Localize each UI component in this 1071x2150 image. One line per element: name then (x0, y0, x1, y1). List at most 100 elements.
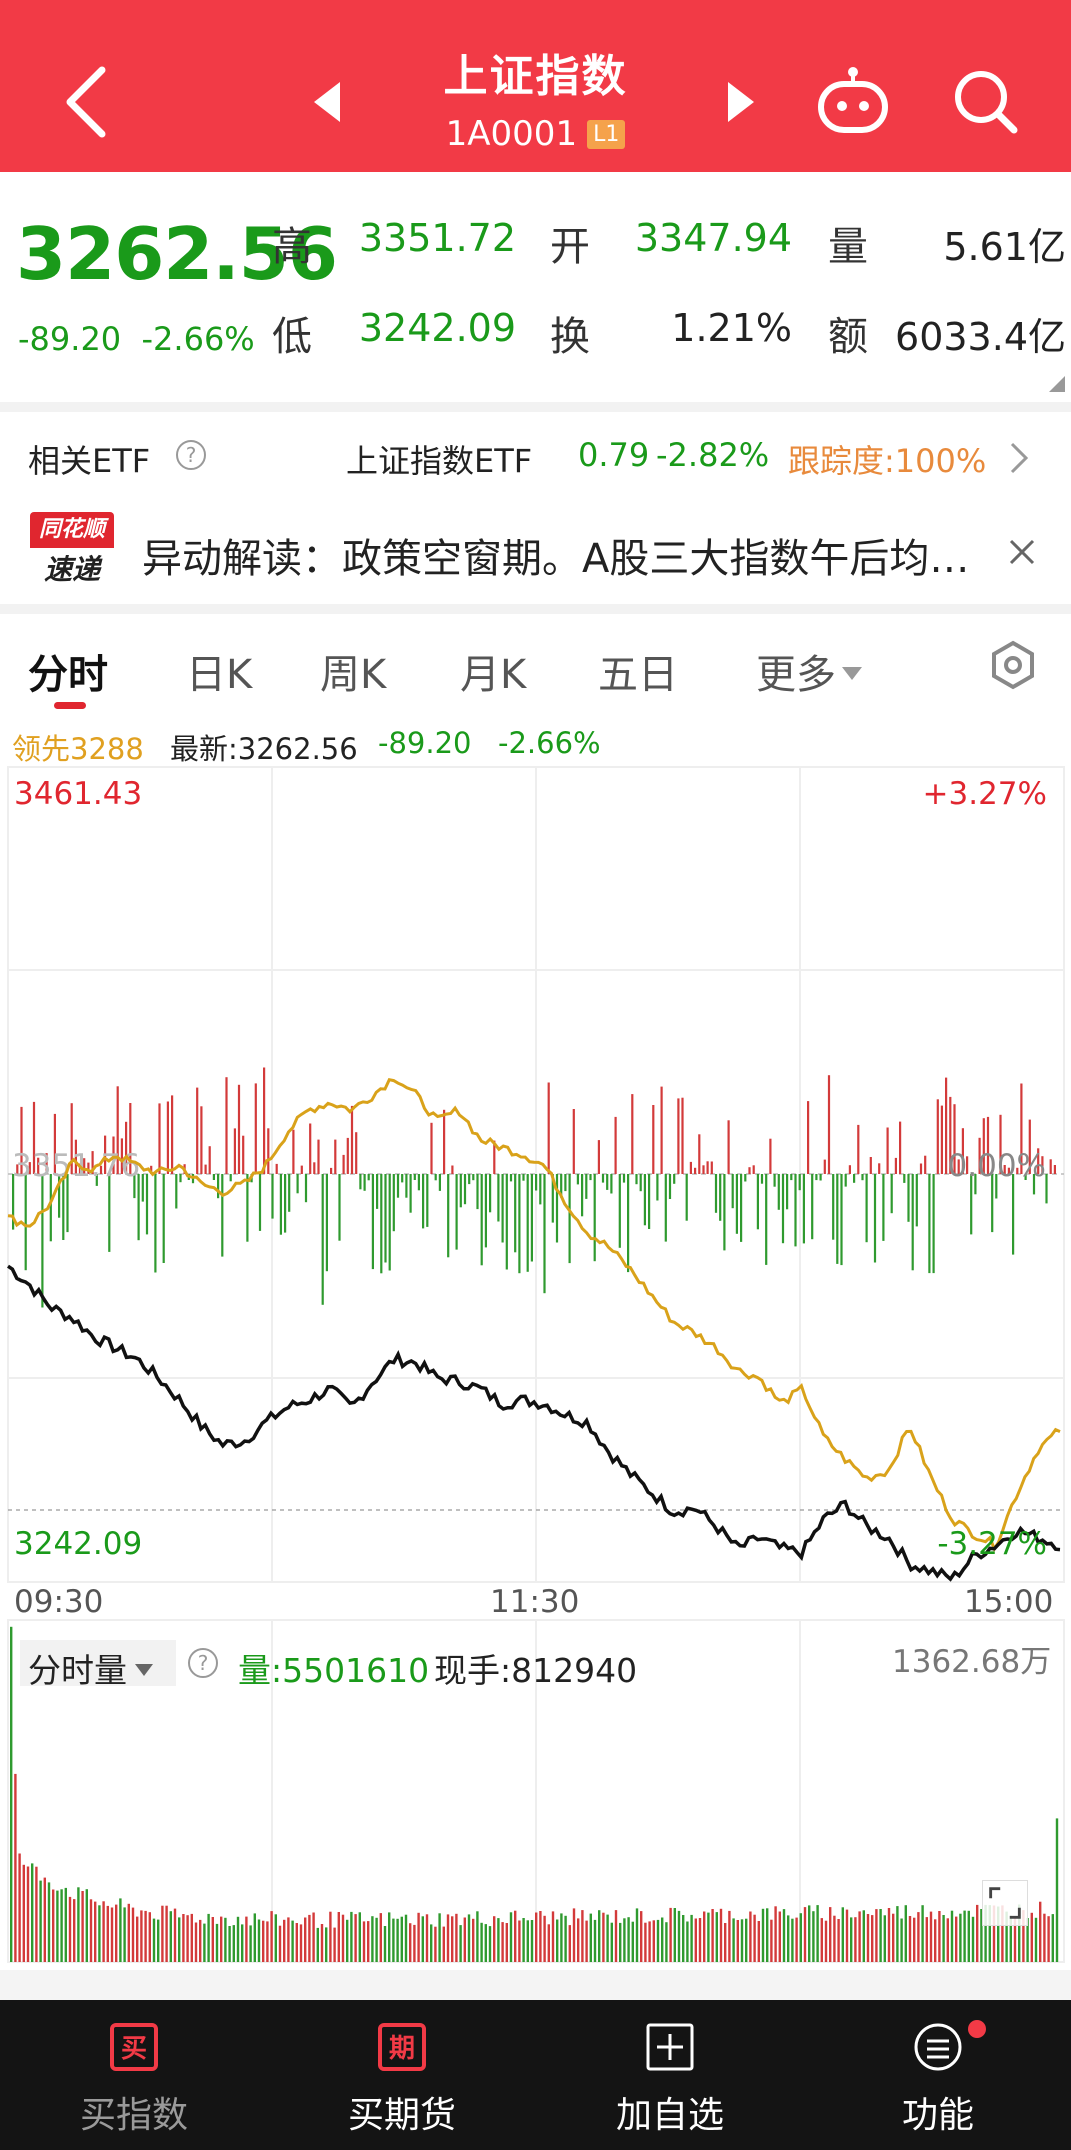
search-icon[interactable] (950, 66, 1020, 136)
chevron-right-icon[interactable] (1004, 440, 1032, 476)
code-text: 1A0001 (445, 114, 578, 154)
volume-bar (404, 1914, 408, 1962)
buy-icon-char: 买 (121, 2034, 147, 2064)
volume-bar (56, 1890, 59, 1962)
volume-bar (152, 1918, 156, 1962)
down-bar (459, 1174, 462, 1208)
intraday-chart[interactable]: 3351.76 0.00% 3461.43 +3.27% 3242.09 -3.… (0, 766, 1071, 1620)
down-bar (24, 1174, 27, 1271)
volume-bar (682, 1915, 685, 1962)
bottom-nav: 买 买指数 期 买期货 加自选 功能 (0, 2000, 1071, 2150)
up-bar (936, 1099, 939, 1174)
volume-bar (329, 1911, 332, 1962)
volume-bar (1055, 1818, 1059, 1962)
tab-intraday[interactable]: 分时 (28, 642, 108, 700)
level-badge: L1 (587, 120, 626, 149)
down-bar (463, 1174, 467, 1205)
volume-bar (85, 1889, 88, 1962)
volume-bar (875, 1909, 878, 1962)
chevron-down-icon (135, 1664, 153, 1676)
tab-weekly-k[interactable]: 周K (320, 642, 386, 700)
down-bar (735, 1174, 738, 1234)
low-label: 低 (272, 314, 312, 360)
volume-bar (732, 1918, 735, 1962)
volume-bar (543, 1915, 546, 1962)
volume-bar (472, 1918, 475, 1962)
down-bar (656, 1174, 659, 1201)
next-triangle-icon[interactable] (720, 80, 760, 124)
down-bar (509, 1174, 513, 1182)
volume-bar (879, 1909, 882, 1962)
close-icon[interactable] (1006, 536, 1038, 568)
volume-bar (425, 1914, 429, 1962)
fullscreen-icon[interactable] (982, 1880, 1028, 1926)
volume-bar (837, 1919, 840, 1962)
nav-buy-futures[interactable]: 期 买期货 (268, 2000, 536, 2150)
down-bar (539, 1174, 542, 1205)
down-bar (635, 1174, 638, 1185)
settings-hexagon-icon[interactable] (988, 640, 1038, 690)
down-bar (304, 1174, 308, 1203)
down-bar (367, 1174, 370, 1181)
volume-bar (43, 1877, 46, 1962)
down-bar (786, 1174, 789, 1210)
volume-bar (787, 1915, 790, 1962)
volume-bar (501, 1922, 504, 1962)
down-bar (543, 1174, 546, 1294)
help-icon[interactable]: ? (176, 440, 206, 470)
tab-more-label: 更多 (756, 652, 836, 698)
down-bar (568, 1174, 571, 1264)
nav-functions[interactable]: 功能 (804, 2000, 1071, 2150)
down-bar (258, 1174, 262, 1231)
volume-bar (10, 1626, 13, 1962)
volume-bar (308, 1914, 311, 1962)
robot-icon[interactable] (816, 66, 890, 136)
volume-bar (921, 1905, 924, 1962)
buy-icon: 买 (110, 2023, 158, 2071)
volume-bar (31, 1863, 34, 1962)
down-bar (338, 1174, 341, 1241)
tab-more[interactable]: 更多 (756, 642, 862, 700)
up-bar (242, 1135, 245, 1174)
volume-bar (606, 1914, 609, 1962)
volume-bar (81, 1891, 84, 1962)
volume-bar (165, 1905, 168, 1962)
chart-period-tabs: 分时 日K 周K 月K 五日 更多 (0, 612, 1071, 712)
volume-bar (900, 1918, 903, 1962)
tab-daily-k[interactable]: 日K (186, 642, 252, 700)
related-etf-row[interactable]: 相关ETF ? 上证指数ETF 0.79 -2.82% 跟踪度:100% (0, 410, 1071, 500)
volume-bar (866, 1914, 870, 1962)
up-bar (342, 1154, 345, 1174)
volume-bar (581, 1910, 584, 1962)
volume-bar (845, 1909, 849, 1962)
news-logo: 同花顺 速递 (30, 512, 114, 592)
volume-bar (350, 1911, 353, 1962)
volume-bar (73, 1899, 76, 1962)
tab-monthly-k[interactable]: 月K (460, 642, 526, 700)
nav-add-watchlist[interactable]: 加自选 (536, 2000, 804, 2150)
volume-bar (346, 1919, 349, 1962)
up-bar (204, 1164, 207, 1174)
down-bar (1012, 1174, 1015, 1255)
help-icon[interactable]: ? (188, 1648, 218, 1678)
volume-bar (278, 1925, 282, 1962)
volume-bar (409, 1923, 412, 1962)
volume-bar (215, 1923, 219, 1962)
news-logo-bottom: 速递 (43, 553, 100, 586)
news-flash-row[interactable]: 同花顺 速递 异动解读：政策空窗期。A股三大指数午后均… (0, 500, 1071, 604)
expand-corner-icon[interactable] (1049, 376, 1065, 392)
volume-bar (766, 1908, 769, 1962)
volume-bar (35, 1866, 38, 1962)
nav-buy-index[interactable]: 买 买指数 (0, 2000, 268, 2150)
volume-selector-label[interactable]: 分时量 (28, 1644, 153, 1692)
latest-change: -89.20 (378, 726, 472, 760)
volume-bar (379, 1913, 382, 1962)
news-headline[interactable]: 异动解读：政策空窗期。A股三大指数午后均… (142, 526, 969, 584)
volume-bar (388, 1912, 391, 1962)
volume-bar (690, 1914, 693, 1962)
volume-quantity: 量:5501610 (238, 1651, 430, 1690)
down-bar (388, 1174, 391, 1271)
up-bar (940, 1105, 943, 1174)
volume-bar (186, 1915, 189, 1962)
tab-five-day[interactable]: 五日 (598, 642, 678, 700)
